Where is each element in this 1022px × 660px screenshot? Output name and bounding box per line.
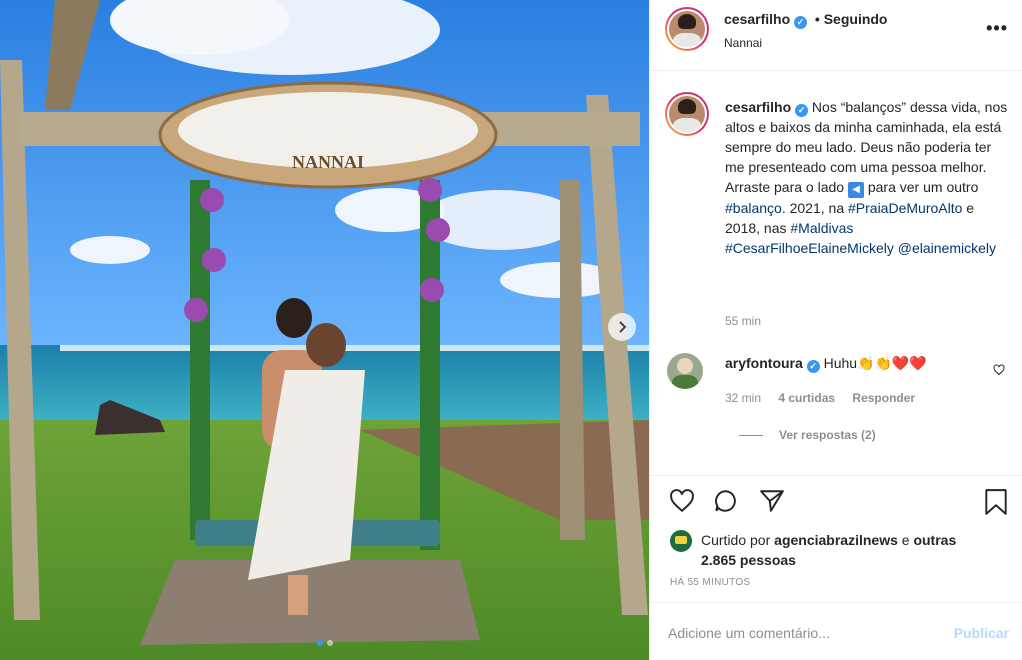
comment-like-button[interactable] [993, 363, 1005, 381]
share-button[interactable] [758, 488, 786, 519]
commenter-username[interactable]: aryfontoura [725, 355, 803, 371]
likes-middle: e [897, 532, 914, 548]
comment-input[interactable]: Adicione um comentário... [668, 625, 830, 641]
verified-badge-icon: ✓ [794, 16, 808, 29]
comment-body: Huhu👏👏❤️❤️ [819, 355, 927, 371]
likes-prefix: Curtido por [701, 532, 775, 548]
post-location[interactable]: Nannai [724, 36, 762, 50]
author-username[interactable]: cesarfilho [724, 11, 790, 27]
verified-badge-icon: ✓ [795, 104, 809, 117]
posted-time[interactable]: HÁ 55 MINUTOS [670, 577, 750, 588]
paper-plane-icon [760, 490, 784, 512]
comment-time[interactable]: 32 min [725, 391, 761, 405]
comments-area: cesarfilho ✓ Nos “balanços” dessa vida, … [650, 72, 1022, 475]
like-button[interactable] [668, 488, 696, 519]
arrow-left-emoji-icon: ◀ [847, 182, 864, 198]
hashtag-link[interactable]: #CesarFilhoeElaineMickely [725, 240, 894, 256]
caption-username[interactable]: cesarfilho [725, 99, 791, 115]
post-header: cesarfilho ✓ • Seguindo Nannai ••• [650, 0, 1022, 71]
publish-button[interactable]: Publicar [954, 625, 1009, 641]
verified-badge-icon: ✓ [806, 360, 820, 373]
commenter-avatar[interactable] [667, 353, 703, 389]
post-photo: NANNAI [0, 0, 649, 660]
comment-button[interactable] [712, 488, 740, 519]
hashtag-link[interactable]: #balanço [725, 200, 782, 216]
mention-link[interactable]: @elainemickely [898, 240, 996, 256]
carousel-dot [326, 640, 333, 646]
caption-text: cesarfilho ✓ Nos “balanços” dessa vida, … [725, 97, 1010, 258]
more-options-button[interactable]: ••• [986, 18, 1008, 39]
author-line: cesarfilho ✓ • Seguindo [724, 11, 888, 29]
carousel-dots [0, 640, 649, 646]
caption-avatar[interactable] [665, 92, 709, 136]
bookmark-icon [985, 489, 1007, 515]
sign-text: NANNAI [292, 152, 364, 172]
post-actions: Curtido por agenciabrazilnews e outras 2… [650, 475, 1022, 600]
liker-username[interactable]: agenciabrazilnews [774, 532, 898, 548]
post-side-panel: cesarfilho ✓ • Seguindo Nannai ••• cesar… [649, 0, 1022, 660]
add-comment-bar: Adicione um comentário... Publicar [650, 602, 1022, 660]
heart-icon [670, 489, 694, 513]
comment-meta: 32 min 4 curtidas Responder [725, 391, 929, 405]
reply-button[interactable]: Responder [852, 391, 915, 405]
next-photo-button[interactable] [608, 313, 636, 341]
author-avatar[interactable] [665, 7, 709, 51]
likes-text: Curtido por agenciabrazilnews e outras 2… [701, 530, 991, 570]
hashtag-link[interactable]: #Maldivas [790, 220, 853, 236]
comment-likes[interactable]: 4 curtidas [778, 391, 835, 405]
heart-icon [993, 364, 1005, 376]
save-button[interactable] [983, 488, 1009, 521]
chevron-right-icon [619, 321, 627, 333]
caption-text-part: . 2021, na [781, 200, 848, 216]
comment-bubble-icon [715, 490, 736, 512]
comment-text: aryfontoura ✓ Huhu👏👏❤️❤️ [725, 355, 927, 373]
follow-status[interactable]: • Seguindo [815, 11, 888, 27]
caption-time[interactable]: 55 min [725, 314, 761, 328]
caption-text-part: para ver um outro [863, 179, 979, 195]
liker-avatar[interactable] [670, 530, 692, 552]
beach-swing-scene: NANNAI [0, 0, 649, 660]
hashtag-link[interactable]: #PraiaDeMuroAlto [848, 200, 962, 216]
view-replies-button[interactable]: Ver respostas (2) [725, 428, 876, 442]
carousel-dot-active [316, 640, 323, 646]
